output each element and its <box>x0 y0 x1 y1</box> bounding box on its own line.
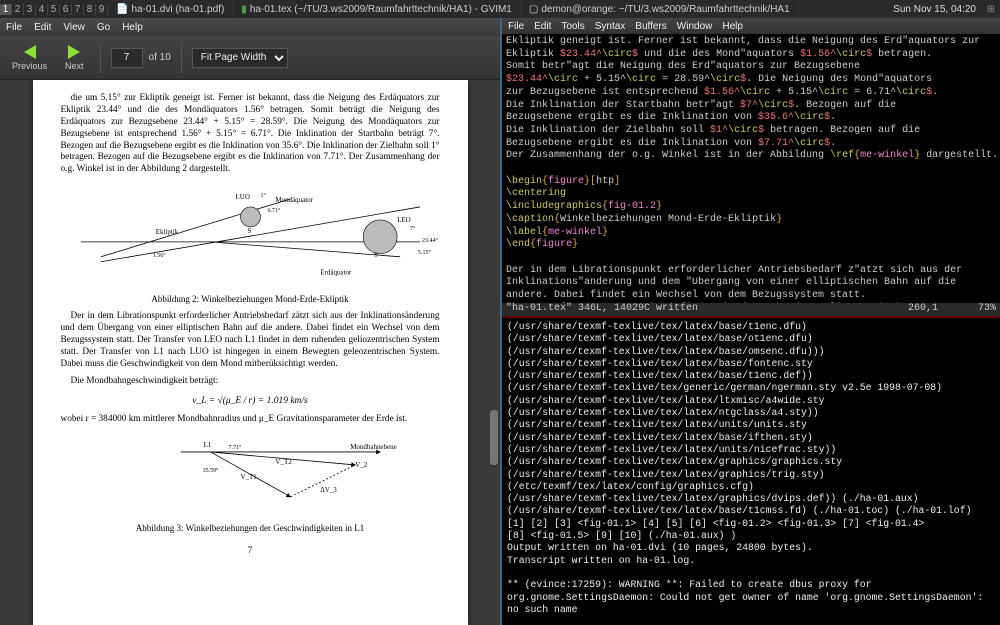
gvim-menu-window[interactable]: Window <box>677 21 713 32</box>
top-taskbar: 1 2 3 4 5 6 7 8 9 📄ha-01.dvi (ha-01.pdf)… <box>0 0 1000 18</box>
gvim-menu-help[interactable]: Help <box>722 21 743 32</box>
workspace-7[interactable]: 7 <box>72 4 84 15</box>
zoom-select[interactable]: Fit Page Width <box>192 48 288 68</box>
menu-edit[interactable]: Edit <box>34 22 51 33</box>
next-button[interactable]: Next <box>59 43 90 73</box>
svg-text:V_2: V_2 <box>355 461 368 469</box>
svg-text:LEO: LEO <box>397 216 411 224</box>
svg-text:Mondbahnebene: Mondbahnebene <box>350 443 396 451</box>
clock: Sun Nov 15, 04:20 <box>887 4 982 15</box>
scrollbar-thumb[interactable] <box>490 410 498 465</box>
svg-text:7°: 7° <box>410 225 416 232</box>
svg-text:V_T2: V_T2 <box>275 458 292 466</box>
svg-text:1°: 1° <box>260 192 266 199</box>
figure-2-caption: Abbildung 2: Winkelbeziehungen Mond-Erde… <box>61 294 440 306</box>
gvim-status-pct: 73% <box>978 303 996 316</box>
tray-menu-icon[interactable]: ⊞ <box>982 4 1000 15</box>
terminal-icon: ▢ <box>529 4 538 15</box>
svg-text:23.44°: 23.44° <box>422 237 438 244</box>
menu-help[interactable]: Help <box>122 22 143 33</box>
workspace-9[interactable]: 9 <box>96 4 108 15</box>
svg-text:Mondäquator: Mondäquator <box>275 196 313 204</box>
gvim-menu-buffers[interactable]: Buffers <box>635 21 667 32</box>
svg-text:LUO: LUO <box>235 193 249 201</box>
arrow-left-icon <box>24 45 36 59</box>
svg-text:L1: L1 <box>203 441 211 449</box>
gvim-menu-tools[interactable]: Tools <box>561 21 584 32</box>
figure-3-caption: Abbildung 3: Winkelbeziehungen der Gesch… <box>61 523 440 535</box>
menu-view[interactable]: View <box>63 22 85 33</box>
task-terminal-label: demon@orange: ~/TU/3.ws2009/Raumfahrttec… <box>541 4 789 15</box>
evince-window: File Edit View Go Help Previous Next of … <box>0 18 500 625</box>
workspace-1[interactable]: 1 <box>0 4 12 15</box>
gvim-status-file: "ha-01.tex" 346L, 14029C written <box>506 303 698 316</box>
evince-menubar: File Edit View Go Help <box>0 18 500 36</box>
page-view[interactable]: die um 5.15° zur Ekliptik geneigt ist. F… <box>0 80 500 625</box>
task-gvim-label: ha-01.tex (~/TU/3.ws2009/Raumfahrttechni… <box>250 4 512 15</box>
next-label: Next <box>65 61 84 71</box>
gvim-menu-edit[interactable]: Edit <box>534 21 551 32</box>
task-gvim[interactable]: ▮ha-01.tex (~/TU/3.ws2009/Raumfahrttechn… <box>233 0 521 18</box>
workspace-2[interactable]: 2 <box>12 4 24 15</box>
workspace-6[interactable]: 6 <box>60 4 72 15</box>
previous-button[interactable]: Previous <box>6 43 53 73</box>
terminal-window[interactable]: (/usr/share/texmf-texlive/tex/latex/base… <box>502 316 1000 625</box>
gvim-editor[interactable]: Ekliptik geneigt ist. Ferner ist bekannt… <box>502 34 1000 303</box>
page-total: of 10 <box>149 52 171 63</box>
page-number-input[interactable] <box>111 48 143 68</box>
svg-text:1.56°: 1.56° <box>152 252 165 259</box>
svg-text:S: S <box>247 227 251 235</box>
svg-text:Erdäquator: Erdäquator <box>320 269 352 277</box>
gvim-window: File Edit Tools Syntax Buffers Window He… <box>502 18 1000 316</box>
gvim-menu-file[interactable]: File <box>508 21 524 32</box>
figure-2: Ekliptik LUO Mondäquator Erdäquator LEO … <box>61 187 440 277</box>
paragraph-mid: Der in dem Librationspunkt erforderliche… <box>61 311 440 370</box>
gvim-statusline: "ha-01.tex" 346L, 14029C written 260,1 7… <box>502 303 1000 316</box>
pdf-page: die um 5.15° zur Ekliptik geneigt ist. F… <box>33 80 468 625</box>
paragraph-top: die um 5.15° zur Ekliptik geneigt ist. F… <box>61 93 440 176</box>
workspace-4[interactable]: 4 <box>36 4 48 15</box>
page-number: 7 <box>61 545 440 557</box>
previous-label: Previous <box>12 61 47 71</box>
menu-go[interactable]: Go <box>97 22 110 33</box>
formula-vl: v_L = √(μ_E / r) = 1.019 km/s <box>61 395 440 407</box>
paragraph-bot: wobei r = 384000 km mittlerer Mondbahnra… <box>61 414 440 426</box>
pdf-icon: 📄 <box>116 4 128 15</box>
task-evince[interactable]: 📄ha-01.dvi (ha-01.pdf) <box>108 0 233 18</box>
svg-text:ΔV_3: ΔV_3 <box>320 486 337 494</box>
svg-text:S: S <box>374 251 378 259</box>
svg-text:Ekliptik: Ekliptik <box>155 228 178 236</box>
svg-text:35.59°: 35.59° <box>202 467 218 474</box>
svg-text:V_T1: V_T1 <box>240 473 257 481</box>
gvim-status-pos: 260,1 <box>908 303 938 316</box>
figure-3: L1 7.71° 35.59° V_T1 V_T2 V_2 ΔV_3 Mondb… <box>61 437 440 507</box>
svg-text:7.71°: 7.71° <box>228 444 241 451</box>
evince-toolbar: Previous Next of 10 Fit Page Width <box>0 36 500 80</box>
menu-file[interactable]: File <box>6 22 22 33</box>
gvim-icon: ▮ <box>241 4 247 15</box>
workspace-5[interactable]: 5 <box>48 4 60 15</box>
workspace-8[interactable]: 8 <box>84 4 96 15</box>
task-terminal[interactable]: ▢demon@orange: ~/TU/3.ws2009/Raumfahrtte… <box>521 0 799 18</box>
paragraph-mbg: Die Mondbahngeschwindigkeit beträgt: <box>61 376 440 388</box>
gvim-menu-syntax[interactable]: Syntax <box>595 21 626 32</box>
gvim-menubar: File Edit Tools Syntax Buffers Window He… <box>502 18 1000 34</box>
svg-text:5.15°: 5.15° <box>418 249 431 256</box>
svg-text:6.71°: 6.71° <box>267 207 280 214</box>
arrow-right-icon <box>68 45 80 59</box>
task-evince-label: ha-01.dvi (ha-01.pdf) <box>131 4 224 15</box>
workspace-3[interactable]: 3 <box>24 4 36 15</box>
